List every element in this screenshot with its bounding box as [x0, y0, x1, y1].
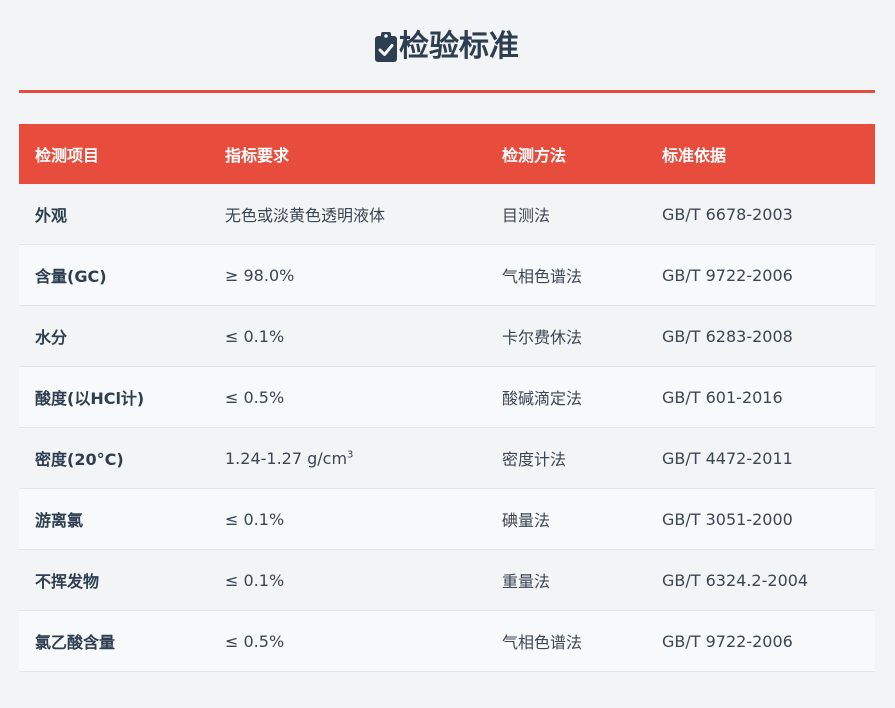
requirement-text: 1.24-1.27 g/cm: [225, 448, 348, 468]
table-row: 水分 ≤ 0.1% 卡尔费休法 GB/T 6283-2008: [19, 305, 875, 367]
cell-item: 含量(GC): [19, 244, 209, 306]
header-standard: 标准依据: [662, 146, 727, 165]
cell-requirement: ≤ 0.1%: [209, 549, 486, 611]
table-row: 氯乙酸含量 ≤ 0.5% 气相色谱法 GB/T 9722-2006: [19, 610, 875, 672]
page-title-text: 检验标准: [399, 29, 519, 64]
cell-method: 碘量法: [486, 488, 646, 550]
cell-method: 重量法: [486, 549, 646, 611]
cell-requirement: ≥ 98.0%: [209, 244, 486, 306]
cell-requirement: 无色或淡黄色透明液体: [209, 184, 486, 245]
cell-method: 酸碱滴定法: [486, 366, 646, 428]
cell-item: 不挥发物: [19, 549, 209, 611]
cell-requirement: ≤ 0.5%: [209, 610, 486, 672]
cell-item: 水分: [19, 305, 209, 367]
clipboard-check-icon: [375, 32, 397, 62]
cell-item: 游离氯: [19, 488, 209, 550]
cell-item: 外观: [19, 184, 209, 245]
cell-item: 密度(20°C): [19, 427, 209, 489]
cell-standard: GB/T 9722-2006: [646, 610, 875, 672]
cell-standard: GB/T 6324.2-2004: [646, 549, 875, 611]
cell-standard: GB/T 4472-2011: [646, 427, 875, 489]
table-row: 外观 无色或淡黄色透明液体 目测法 GB/T 6678-2003: [19, 184, 875, 245]
cell-requirement: ≤ 0.1%: [209, 305, 486, 367]
table-row: 酸度(以HCl计) ≤ 0.5% 酸碱滴定法 GB/T 601-2016: [19, 366, 875, 428]
table-header-row: 检测项目 指标要求 检测方法 标准依据: [19, 124, 875, 184]
cell-method: 卡尔费休法: [486, 305, 646, 367]
table-row: 不挥发物 ≤ 0.1% 重量法 GB/T 6324.2-2004: [19, 549, 875, 611]
cell-method: 目测法: [486, 184, 646, 245]
cell-item: 酸度(以HCl计): [19, 366, 209, 428]
cell-method: 气相色谱法: [486, 610, 646, 672]
cell-standard: GB/T 6283-2008: [646, 305, 875, 367]
table-row: 密度(20°C) 1.24-1.27 g/cm3 密度计法 GB/T 4472-…: [19, 427, 875, 489]
cell-requirement: ≤ 0.5%: [209, 366, 486, 428]
cell-standard: GB/T 9722-2006: [646, 244, 875, 306]
header-requirement: 指标要求: [225, 146, 290, 165]
cell-method: 密度计法: [486, 427, 646, 489]
cell-requirement: ≤ 0.1%: [209, 488, 486, 550]
title-section: 检验标准: [19, 0, 875, 93]
page-title: 检验标准: [375, 32, 519, 62]
header-method: 检测方法: [502, 146, 567, 165]
superscript: 3: [347, 449, 354, 461]
cell-requirement: 1.24-1.27 g/cm3: [209, 427, 486, 489]
header-item: 检测项目: [35, 146, 100, 165]
table-row: 游离氯 ≤ 0.1% 碘量法 GB/T 3051-2000: [19, 488, 875, 550]
cell-standard: GB/T 601-2016: [646, 366, 875, 428]
cell-standard: GB/T 6678-2003: [646, 184, 875, 245]
table-row: 含量(GC) ≥ 98.0% 气相色谱法 GB/T 9722-2006: [19, 244, 875, 306]
inspection-standards-table: 检测项目 指标要求 检测方法 标准依据 外观 无色或淡黄色透明液体 目测法 GB…: [19, 124, 875, 672]
cell-standard: GB/T 3051-2000: [646, 488, 875, 550]
cell-item: 氯乙酸含量: [19, 610, 209, 672]
cell-method: 气相色谱法: [486, 244, 646, 306]
